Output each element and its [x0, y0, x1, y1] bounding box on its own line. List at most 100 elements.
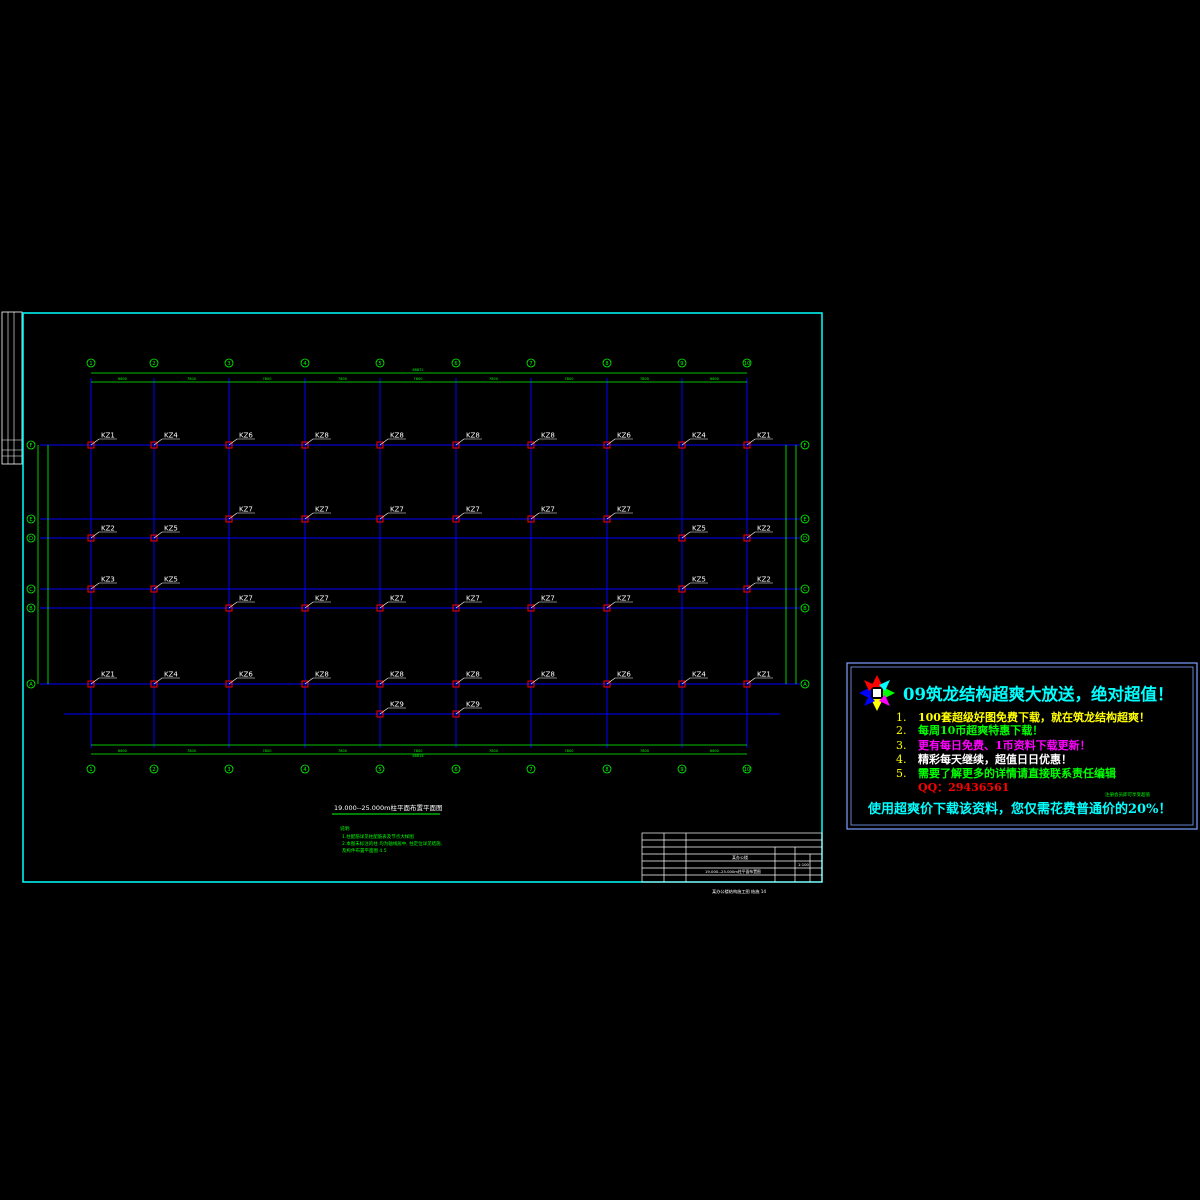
dimension-value: 6600 — [118, 377, 127, 381]
drawing-title: 19.000--25.000m柱平面布置平面图 — [334, 803, 443, 812]
row-label: C — [803, 587, 807, 593]
column-label: KZ7 — [239, 595, 253, 603]
column-label: KZ9 — [466, 701, 480, 709]
column-label: KZ8 — [466, 671, 480, 679]
column-label: KZ2 — [757, 525, 771, 533]
column-label: KZ3 — [101, 576, 115, 584]
ad-qq: QQ：29436561 — [918, 781, 1009, 794]
dimension-value: 7800 — [414, 377, 423, 381]
column-label: KZ7 — [390, 595, 404, 603]
dimension-total: 68816 — [412, 754, 423, 758]
column-label: KZ7 — [541, 595, 555, 603]
ad-item-text: 更有每日免费、1币资料下载更新！ — [918, 738, 1091, 752]
dimension-value: 6600 — [710, 749, 719, 753]
column-label: KZ7 — [390, 506, 404, 514]
dimension-value: 7800 — [187, 377, 196, 381]
axis-label: 1 — [89, 361, 92, 367]
column-label: KZ2 — [101, 525, 115, 533]
axis-label: 9 — [680, 767, 683, 773]
column-label: KZ7 — [315, 595, 329, 603]
column-label: KZ5 — [692, 576, 706, 584]
axis-label: 2 — [152, 767, 155, 773]
column-label: KZ8 — [541, 432, 555, 440]
ad-item-number: 5. — [896, 767, 907, 780]
column-label: KZ2 — [757, 576, 771, 584]
dimension-layer: 1 1 2 2 3 3 4 4 5 5 6 6 7 7 8 8 9 9 10 10 F F E E D D C C B B A A 6600 78… — [26, 358, 810, 774]
dimension-value: 7800 — [565, 377, 574, 381]
row-label: D — [803, 536, 807, 542]
grid-layer — [40, 378, 800, 748]
dimension-value: 7800 — [640, 749, 649, 753]
drawing-frame — [22, 312, 823, 883]
column-label: KZ4 — [164, 432, 178, 440]
notes: 说明: 1.柱配筋详见柱配筋表及节点大样图 2.本图未标注的柱 均为轴线居中, … — [340, 825, 442, 854]
column-label: KZ8 — [390, 671, 404, 679]
ad-footer: 使用超爽价下载该资料，您仅需花费普通价的20%！ — [867, 801, 1171, 817]
column-label: KZ7 — [466, 506, 480, 514]
column-label: KZ7 — [617, 506, 631, 514]
column-label: KZ1 — [101, 671, 115, 679]
title-block-project: 某办公楼 — [732, 854, 748, 860]
column-label: KZ8 — [390, 432, 404, 440]
dimension-value: 7800 — [565, 749, 574, 753]
axis-label: 5 — [378, 361, 381, 367]
dimension-total: 68872 — [412, 368, 423, 372]
ad-panel: 09筑龙结构超爽大放送，绝对超值！ 1. 100套超级好图免费下载，就在筑龙结构… — [846, 662, 1198, 830]
dimension-value: 7800 — [489, 749, 498, 753]
ad-item-text: 100套超级好图免费下载，就在筑龙结构超爽！ — [918, 710, 1150, 724]
row-label: C — [29, 587, 33, 593]
column-label: KZ5 — [164, 525, 178, 533]
row-label: B — [29, 606, 33, 612]
note-line: 及构件布置平面图 4.5 — [342, 847, 387, 854]
column-label: KZ7 — [466, 595, 480, 603]
logo-icon — [859, 675, 895, 711]
axis-label: 4 — [303, 361, 306, 367]
column-label: KZ8 — [541, 671, 555, 679]
column-label: KZ6 — [617, 432, 631, 440]
column-label: KZ1 — [101, 432, 115, 440]
column-label: KZ1 — [757, 432, 771, 440]
column-label: KZ6 — [239, 671, 253, 679]
axis-label: 8 — [605, 361, 608, 367]
column-label: KZ1 — [757, 671, 771, 679]
row-label: F — [804, 443, 807, 449]
axis-label: 10 — [744, 767, 750, 773]
axis-label: 6 — [454, 361, 457, 367]
dimension-value: 6600 — [710, 377, 719, 381]
ad-item-number: 3. — [896, 739, 907, 752]
column-label: KZ8 — [315, 671, 329, 679]
column-label: KZ8 — [315, 432, 329, 440]
dimension-value: 7800 — [263, 749, 272, 753]
axis-label: 7 — [529, 361, 532, 367]
title-block-footer: 某办公楼结构施工图 结施 14 — [712, 888, 766, 895]
column-layer: KZ1 KZ4 KZ6 KZ8 KZ8 KZ8 KZ8 KZ6 KZ4 KZ1 KZ7 KZ7 KZ7 K… — [87, 432, 773, 718]
column-label: KZ6 — [239, 432, 253, 440]
column-label: KZ5 — [164, 576, 178, 584]
row-label: A — [29, 682, 33, 688]
dimension-value: 7800 — [263, 377, 272, 381]
dimension-value: 7800 — [640, 377, 649, 381]
note-line: 1.柱配筋详见柱配筋表及节点大样图 — [342, 833, 414, 840]
ad-item-text: 需要了解更多的详情请直接联系责任编辑 — [918, 766, 1116, 780]
column-label: KZ4 — [164, 671, 178, 679]
notes-heading: 说明: — [340, 825, 351, 832]
axis-label: 2 — [152, 361, 155, 367]
dimension-value: 7800 — [187, 749, 196, 753]
column-label: KZ4 — [692, 432, 706, 440]
column-label: KZ7 — [541, 506, 555, 514]
column-label: KZ6 — [617, 671, 631, 679]
ad-item-number: 1. — [896, 711, 907, 724]
axis-label: 7 — [529, 767, 532, 773]
row-label: E — [803, 517, 806, 523]
dimension-value: 7800 — [338, 749, 347, 753]
axis-label: 1 — [89, 767, 92, 773]
note-line: 2.本图未标注的柱 均为轴线居中, 柱定位详见结施, — [342, 840, 442, 847]
dimension-value: 7800 — [338, 377, 347, 381]
axis-label: 5 — [378, 767, 381, 773]
column-label: KZ4 — [692, 671, 706, 679]
row-label: F — [30, 443, 33, 449]
ad-item-text: 每周10币超爽特惠下载！ — [918, 723, 1043, 737]
cad-drawing: 1 1 2 2 3 3 4 4 5 5 6 6 7 7 8 8 9 9 10 10 F F E E D D C C B B A A 6600 78… — [1, 311, 1198, 895]
axis-label: 8 — [605, 767, 608, 773]
column-label: KZ7 — [617, 595, 631, 603]
